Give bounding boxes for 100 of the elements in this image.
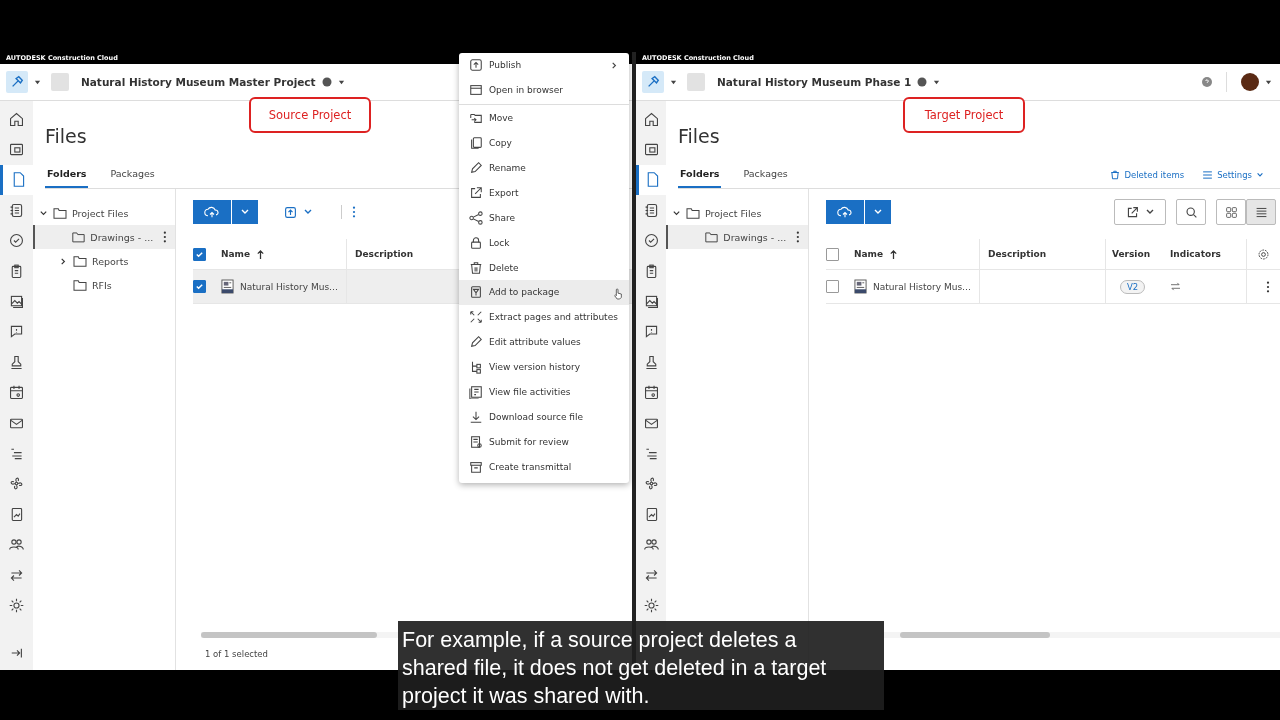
file-name[interactable]: Natural History Mus…: [873, 281, 972, 292]
collapse-icon[interactable]: [9, 646, 24, 660]
chevron-icon[interactable]: [59, 256, 68, 266]
more-icon[interactable]: [163, 231, 167, 243]
globe-icon: [321, 77, 332, 87]
caret-icon[interactable]: [337, 78, 345, 86]
page-title: Files: [678, 125, 720, 149]
row-checkbox[interactable]: [826, 280, 839, 293]
selection-count: 1 of 1 selected: [205, 649, 268, 659]
more-icon[interactable]: [1266, 280, 1270, 293]
annotation-label: Source Project: [249, 97, 371, 133]
row-checkbox[interactable]: [193, 280, 206, 293]
caret-icon[interactable]: [34, 78, 41, 86]
menu-item[interactable]: Move: [459, 105, 629, 131]
column-header[interactable]: Name: [848, 239, 980, 269]
hammer-icon[interactable]: [6, 71, 28, 93]
copy-icon: [469, 136, 483, 151]
chevron-icon[interactable]: [672, 208, 681, 218]
project-name[interactable]: Natural History Museum Phase 1: [717, 76, 912, 88]
globe-icon: [917, 77, 928, 87]
grid-view-button[interactable]: [1216, 199, 1246, 225]
select-all-checkbox[interactable]: [193, 247, 206, 261]
export-icon: [1125, 205, 1139, 219]
caret-icon[interactable]: [670, 78, 677, 86]
tree-item[interactable]: Drawings - ...: [33, 225, 175, 249]
tree-item[interactable]: Reports: [33, 249, 175, 273]
document-icon[interactable]: [636, 164, 666, 196]
menu-item[interactable]: Copy: [459, 130, 629, 156]
export-button[interactable]: [1114, 199, 1166, 225]
browser-window-icon: [469, 83, 483, 98]
upload-button[interactable]: [826, 200, 864, 224]
tree-item[interactable]: RFIs: [33, 273, 175, 297]
tree-item[interactable]: Drawings - ...: [666, 225, 808, 249]
menu-item[interactable]: Lock: [459, 230, 629, 256]
menu-item[interactable]: Extract pages and attributes: [459, 304, 629, 330]
list-icon: [1254, 205, 1268, 219]
avatar[interactable]: [1241, 73, 1259, 91]
search-button[interactable]: [1176, 199, 1206, 225]
archive-icon: [469, 459, 483, 474]
checkmark-icon: [195, 282, 204, 291]
tab[interactable]: Packages: [108, 161, 157, 188]
more-icon[interactable]: [796, 231, 800, 243]
column-header[interactable]: Description: [980, 239, 1106, 269]
tab[interactable]: Folders: [45, 161, 89, 188]
chevron-icon: [1256, 170, 1264, 179]
version-badge[interactable]: V2: [1120, 279, 1146, 294]
page-title: Files: [45, 125, 87, 149]
deleted-items-link[interactable]: Deleted items: [1124, 169, 1185, 180]
cloud-upload-icon: [204, 205, 220, 219]
settings-icon[interactable]: [1257, 247, 1270, 261]
menu-item[interactable]: Submit for review: [459, 429, 629, 455]
export-icon: [469, 185, 483, 200]
menu-item[interactable]: View file activities: [459, 379, 629, 405]
chevron-icon[interactable]: [39, 208, 48, 218]
menu-item[interactable]: Edit attribute values: [459, 329, 629, 355]
column-header[interactable]: Name: [215, 239, 347, 269]
tree-item[interactable]: Project Files: [666, 201, 808, 225]
list-view-button[interactable]: [1246, 199, 1276, 225]
column-header[interactable]: Indicators: [1160, 239, 1246, 269]
menu-item[interactable]: Export: [459, 180, 629, 206]
file-name[interactable]: Natural History Mus…: [240, 281, 339, 292]
folder-icon: [73, 279, 87, 291]
menu-item[interactable]: Rename: [459, 155, 629, 181]
menu-item[interactable]: Add to package: [459, 280, 629, 305]
trash-icon: [469, 260, 483, 275]
checkmark-icon: [195, 249, 204, 259]
menu-item[interactable]: Delete: [459, 255, 629, 280]
folder-icon: [686, 207, 700, 219]
sort-arrow-icon: [256, 248, 266, 260]
swap-arrows-icon: [1170, 282, 1181, 291]
menu-item[interactable]: Open in browser: [459, 77, 629, 103]
menu-item[interactable]: Publish: [459, 53, 629, 78]
share-icon: [469, 210, 483, 225]
scrollbar-thumb[interactable]: [900, 632, 1050, 638]
column-header[interactable]: Version: [1106, 239, 1160, 269]
publish-icon: [284, 205, 297, 219]
tree-item[interactable]: Project Files: [33, 201, 175, 225]
select-all-checkbox[interactable]: [826, 247, 839, 261]
help-icon[interactable]: [1202, 77, 1212, 87]
menu-item[interactable]: Download source file: [459, 404, 629, 430]
search-icon: [1184, 205, 1198, 219]
menu-item[interactable]: Create transmittal: [459, 454, 629, 480]
folder-icon: [705, 231, 719, 243]
caret-icon[interactable]: [1265, 78, 1272, 86]
branch-icon: [469, 360, 483, 375]
caret-icon[interactable]: [933, 78, 941, 86]
folder-icon: [53, 207, 67, 219]
document-icon[interactable]: [0, 164, 33, 196]
settings-link[interactable]: Settings: [1217, 169, 1252, 180]
scrollbar-thumb[interactable]: [201, 632, 377, 638]
project-name[interactable]: Natural History Museum Master Project: [81, 76, 316, 88]
hammer-icon[interactable]: [642, 71, 664, 93]
pencil-icon: [469, 161, 483, 175]
upload-button[interactable]: [193, 200, 231, 224]
tab[interactable]: Folders: [678, 161, 722, 188]
annotation-label: Target Project: [903, 97, 1025, 133]
tab[interactable]: Packages: [741, 161, 790, 188]
menu-item[interactable]: Share: [459, 205, 629, 231]
menu-item[interactable]: View version history: [459, 354, 629, 380]
sliders-icon: [1202, 169, 1214, 180]
